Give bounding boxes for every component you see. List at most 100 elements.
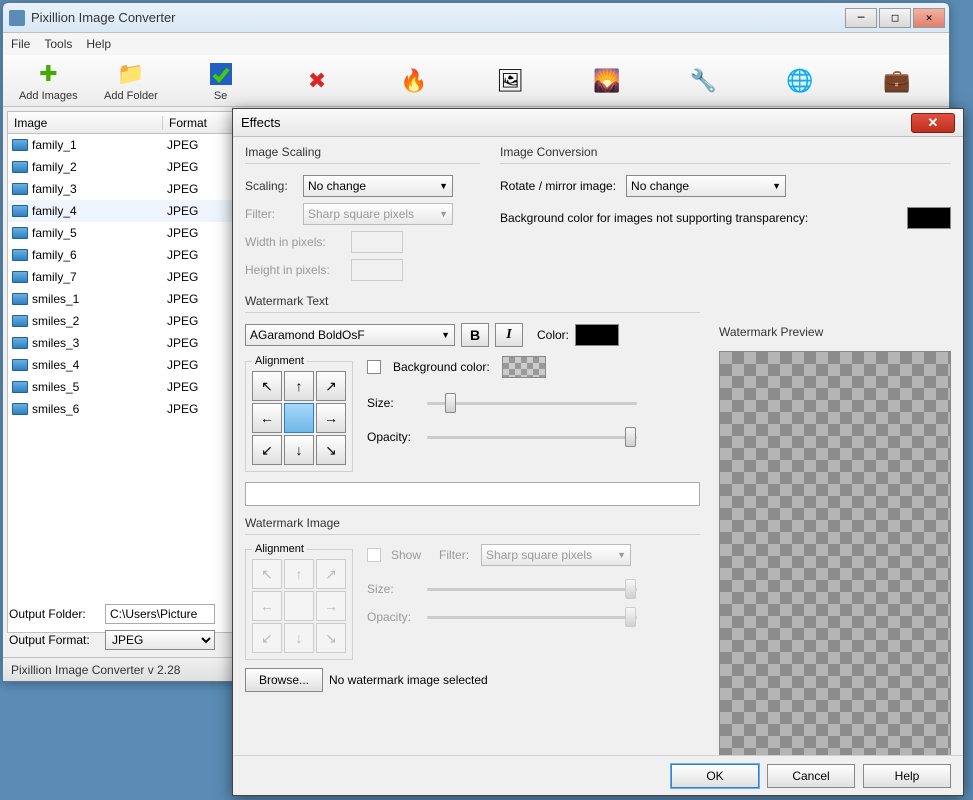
file-icon (12, 161, 28, 173)
file-name: smiles_6 (32, 402, 79, 416)
output-format-select[interactable]: JPEG (105, 630, 215, 650)
maximize-button[interactable]: □ (879, 8, 911, 28)
align-se[interactable]: ↘ (316, 435, 346, 465)
file-name: smiles_1 (32, 292, 79, 306)
col-format[interactable]: Format (163, 116, 233, 130)
size-label: Size: (367, 396, 421, 410)
toolbar-button-6[interactable]: 🖼 (462, 65, 559, 97)
file-icon (12, 183, 28, 195)
tools-icon: 🔧 (690, 67, 718, 95)
table-row[interactable]: smiles_6 JPEG (8, 398, 236, 420)
filter-select: Sharp square pixels▼ (303, 203, 453, 225)
file-icon (12, 359, 28, 371)
file-format: JPEG (163, 138, 233, 152)
table-row[interactable]: family_7JPEG (8, 266, 236, 288)
bold-button[interactable]: B (461, 323, 489, 347)
width-label: Width in pixels: (245, 235, 345, 249)
table-row[interactable]: family_2JPEG (8, 156, 236, 178)
help-button[interactable]: Help (863, 764, 951, 788)
img-filter-label: Filter: (439, 548, 475, 562)
align-center[interactable] (284, 403, 314, 433)
table-row[interactable]: family_4JPEG (8, 200, 236, 222)
file-name: smiles_4 (32, 358, 79, 372)
toolbar-button-4[interactable]: ✖ (269, 65, 366, 97)
align-sw[interactable]: ↙ (252, 435, 282, 465)
img-align-e: → (316, 591, 346, 621)
show-label: Show (391, 548, 421, 562)
width-input (351, 231, 403, 253)
italic-button[interactable]: I (495, 323, 523, 347)
img-size-label: Size: (367, 582, 421, 596)
align-s[interactable]: ↓ (284, 435, 314, 465)
file-icon (12, 381, 28, 393)
toolbar-button-8[interactable]: 🔧 (655, 65, 752, 97)
file-format: JPEG (163, 314, 233, 328)
col-image[interactable]: Image (8, 116, 163, 130)
photo-icon: 🌄 (593, 67, 621, 95)
height-input (351, 259, 403, 281)
text-color-swatch[interactable] (575, 324, 619, 346)
add-folder-icon: 📁 (117, 60, 145, 88)
bg-color-checkbox[interactable] (367, 360, 381, 374)
menu-tools[interactable]: Tools (44, 37, 72, 51)
bg-color-label: Background color for images not supporti… (500, 211, 901, 225)
browse-button[interactable]: Browse... (245, 668, 323, 692)
table-row[interactable]: smiles_1JPEG (8, 288, 236, 310)
add-folder-button[interactable]: 📁 Add Folder (90, 58, 173, 104)
bg-color-swatch[interactable] (907, 207, 951, 229)
ok-button[interactable]: OK (671, 764, 759, 788)
align-e[interactable]: → (316, 403, 346, 433)
table-row[interactable]: smiles_4JPEG (8, 354, 236, 376)
menu-file[interactable]: File (11, 37, 30, 51)
align-w[interactable]: ← (252, 403, 282, 433)
font-select[interactable]: AGaramond BoldOsF▼ (245, 324, 455, 346)
file-name: family_5 (32, 226, 77, 240)
dialog-close-button[interactable]: ✕ (911, 113, 955, 133)
img-size-slider (427, 579, 637, 599)
opacity-slider[interactable] (427, 427, 637, 447)
close-button[interactable]: ✕ (913, 8, 945, 28)
table-row[interactable]: family_5JPEG (8, 222, 236, 244)
output-folder-input[interactable] (105, 604, 215, 624)
toolbar-button-10[interactable]: 💼 (848, 65, 945, 97)
table-row[interactable]: family_3JPEG (8, 178, 236, 200)
table-row[interactable]: smiles_3JPEG (8, 332, 236, 354)
align-ne[interactable]: ↗ (316, 371, 346, 401)
table-row[interactable]: smiles_2JPEG (8, 310, 236, 332)
file-name: smiles_3 (32, 336, 79, 350)
align-nw[interactable]: ↖ (252, 371, 282, 401)
window-title: Pixillion Image Converter (31, 10, 843, 25)
file-name: smiles_5 (32, 380, 79, 394)
table-row[interactable]: smiles_5JPEG (8, 376, 236, 398)
toolbar-button-9[interactable]: 🌐 (752, 65, 849, 97)
titlebar[interactable]: Pixillion Image Converter ─ □ ✕ (3, 3, 949, 33)
cancel-button[interactable]: Cancel (767, 764, 855, 788)
img-align-n: ↑ (284, 559, 314, 589)
file-icon (12, 293, 28, 305)
scaling-select[interactable]: No change▼ (303, 175, 453, 197)
rotate-select[interactable]: No change▼ (626, 175, 786, 197)
toolbar-button-3[interactable]: Se (172, 58, 269, 104)
minimize-button[interactable]: ─ (845, 8, 877, 28)
text-bg-swatch[interactable] (502, 356, 546, 378)
file-format: JPEG (163, 270, 233, 284)
add-images-button[interactable]: ✚ Add Images (7, 58, 90, 104)
table-row[interactable]: family_6JPEG (8, 244, 236, 266)
file-format: JPEG (163, 402, 233, 416)
dialog-titlebar[interactable]: Effects ✕ (233, 109, 963, 137)
size-slider[interactable] (427, 393, 637, 413)
menubar: File Tools Help (3, 33, 949, 55)
bg-color-text-label: Background color: (393, 360, 490, 374)
file-icon (12, 315, 28, 327)
menu-help[interactable]: Help (86, 37, 111, 51)
toolbar-button-7[interactable]: 🌄 (559, 65, 656, 97)
preview-area (719, 351, 951, 756)
table-row[interactable]: family_1 JPEG (8, 134, 236, 156)
watermark-text-input[interactable] (245, 482, 700, 506)
img-align-ne: ↗ (316, 559, 346, 589)
align-n[interactable]: ↑ (284, 371, 314, 401)
file-format: JPEG (163, 248, 233, 262)
toolbar-button-5[interactable]: 🔥 (365, 65, 462, 97)
img-align-w: ← (252, 591, 282, 621)
file-name: family_1 (32, 138, 77, 152)
